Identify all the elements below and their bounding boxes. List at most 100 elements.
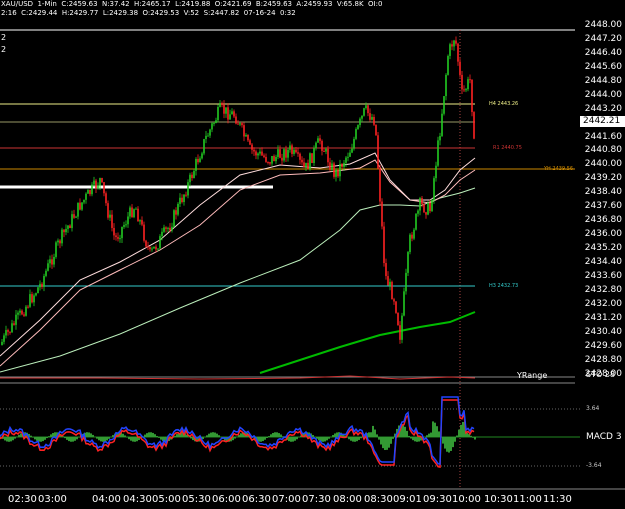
- candle-body: [69, 225, 71, 229]
- macd-bar: [428, 433, 430, 437]
- candle-body: [151, 248, 153, 250]
- macd-bar: [70, 437, 72, 442]
- candle-body: [397, 312, 399, 326]
- candle-body: [305, 162, 307, 168]
- candle-body: [143, 224, 145, 241]
- last-price-tag: 2442.21: [580, 116, 625, 127]
- macd-bar: [290, 437, 292, 442]
- macd-bar: [326, 437, 328, 441]
- candle-body: [441, 113, 443, 137]
- time-axis[interactable]: 02:30 03:00 04:00 04:30 05:00 05:30 06:00 06:30…: [0, 491, 625, 509]
- price-chart[interactable]: [0, 0, 625, 509]
- price-tick-label: 2446.40: [584, 47, 622, 58]
- price-tick-label: 2447.20: [584, 33, 622, 44]
- macd-bar: [36, 437, 38, 441]
- candle-body: [139, 220, 141, 222]
- candle-body: [75, 216, 77, 218]
- candle-body: [391, 281, 393, 300]
- candle-body: [21, 310, 23, 315]
- candle-body: [77, 202, 79, 217]
- candle-body: [381, 201, 383, 227]
- macd-bar: [262, 437, 264, 442]
- macd-bar: [202, 437, 204, 440]
- macd-bar: [210, 432, 212, 437]
- candle-body: [181, 197, 183, 203]
- candle-body: [81, 202, 83, 210]
- candle-body: [327, 148, 329, 163]
- candle-body: [369, 113, 371, 120]
- macd-bar: [106, 437, 108, 441]
- macd-bar: [102, 437, 104, 442]
- candle-body: [205, 135, 207, 140]
- candle-body: [399, 325, 401, 340]
- macd-bar: [96, 437, 98, 439]
- candle-body: [367, 105, 369, 114]
- yrange-label: YRange: [517, 371, 548, 380]
- candle-body: [403, 291, 405, 316]
- macd-bar: [372, 425, 374, 437]
- candle-body: [209, 129, 211, 136]
- price-tick-label: 2443.20: [584, 103, 622, 114]
- time-tick-label: 07:30: [302, 494, 331, 505]
- candle-body: [29, 294, 31, 307]
- candle-body: [115, 235, 117, 238]
- candle-body: [189, 174, 191, 183]
- candle-body: [169, 227, 171, 231]
- macd-bar: [148, 432, 150, 437]
- macd-bar: [124, 435, 126, 437]
- candle-body: [125, 224, 127, 226]
- macd-bar: [292, 437, 294, 442]
- macd-bar: [64, 437, 66, 439]
- ma-fast-pink: [0, 152, 476, 357]
- macd-bar: [430, 432, 432, 437]
- candle-body: [395, 301, 397, 313]
- macd-bar: [442, 437, 444, 444]
- candle-body: [429, 202, 431, 212]
- candle-body: [257, 153, 259, 156]
- candle-body: [377, 135, 379, 169]
- macd-bar: [150, 432, 152, 437]
- candle-body: [331, 163, 333, 170]
- candle-body: [313, 148, 315, 163]
- macd-bar: [8, 437, 10, 442]
- candle-body: [201, 153, 203, 159]
- h3-level-label: H3 2432.73: [489, 283, 519, 289]
- macd-bar: [176, 434, 178, 437]
- candle-body: [297, 152, 299, 154]
- macd-bar: [384, 437, 386, 451]
- candle-body: [137, 208, 139, 222]
- candle-body: [227, 107, 229, 120]
- time-tick-label: 10:30: [484, 494, 513, 505]
- time-tick-label: 06:30: [242, 494, 271, 505]
- candle-body: [387, 276, 389, 286]
- macd-bar: [456, 435, 458, 437]
- candle-body: [343, 162, 345, 167]
- time-tick-label: 11:00: [513, 494, 542, 505]
- macd-bar: [128, 437, 130, 440]
- candle-body: [303, 162, 305, 168]
- candle-body: [7, 330, 9, 332]
- candle-body: [197, 158, 199, 163]
- candle-body: [279, 149, 281, 158]
- candle-body: [159, 236, 161, 249]
- macd-bar: [214, 432, 216, 437]
- macd-bar: [112, 435, 114, 437]
- candle-body: [445, 74, 447, 97]
- macd-bar: [78, 437, 80, 438]
- macd-bar: [32, 437, 34, 438]
- macd-bar: [276, 432, 278, 437]
- candle-body: [211, 123, 213, 130]
- candle-body: [271, 155, 273, 164]
- candle-body: [293, 149, 295, 154]
- price-axis[interactable]: 2448.00 2447.20 2446.40 2445.60 2444.80 2444.…: [575, 18, 625, 379]
- macd-bar: [6, 437, 8, 442]
- candle-body: [287, 149, 289, 158]
- time-tick-label: 10:00: [452, 494, 481, 505]
- candle-body: [361, 115, 363, 119]
- candle-body: [13, 323, 15, 325]
- price-tick-label: 2432.80: [584, 284, 622, 295]
- candle-body: [11, 323, 13, 333]
- macd-bar: [86, 432, 88, 437]
- price-tick-label: 2440.00: [584, 159, 622, 170]
- candle-body: [97, 185, 99, 189]
